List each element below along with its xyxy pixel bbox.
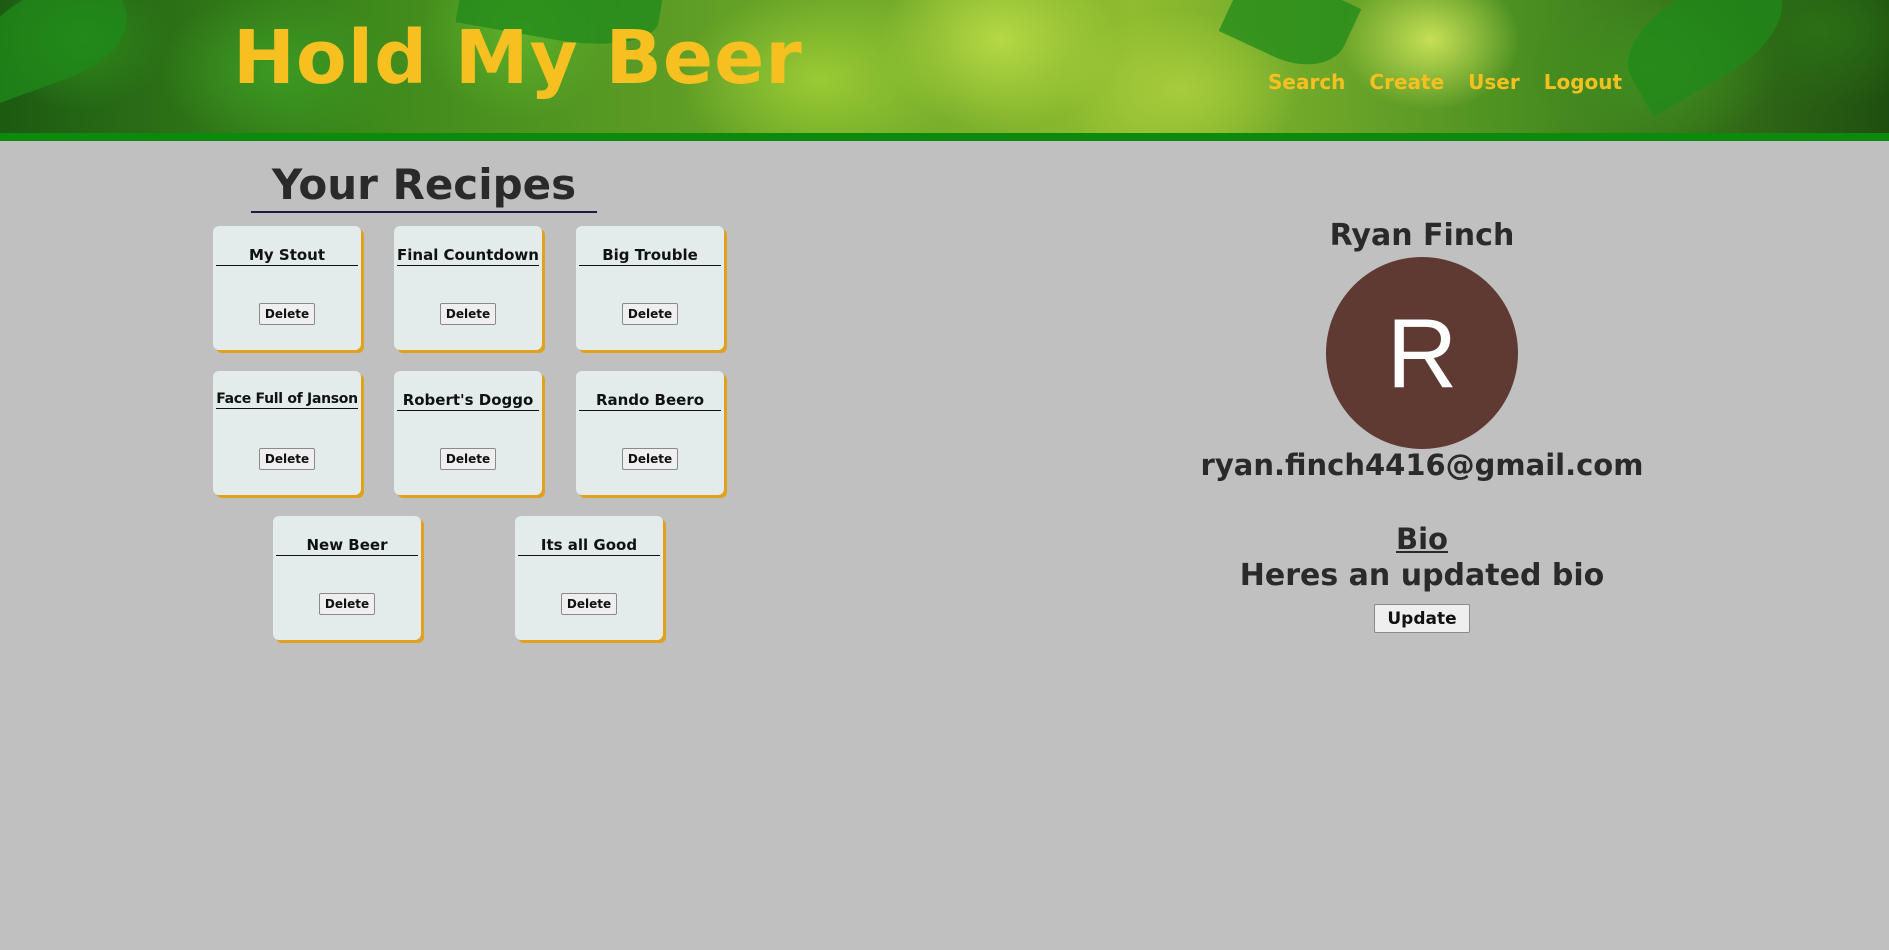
recipe-card-title[interactable]: New Beer	[276, 536, 418, 556]
nav-logout-link[interactable]: Logout	[1544, 70, 1622, 94]
delete-recipe-button[interactable]: Delete	[622, 303, 678, 325]
delete-recipe-button[interactable]: Delete	[440, 448, 496, 470]
recipe-card[interactable]: Robert's Doggo Delete	[394, 371, 542, 495]
nav-create-link[interactable]: Create	[1369, 70, 1444, 94]
avatar: R	[1326, 257, 1518, 449]
recipe-card-title[interactable]: Big Trouble	[579, 246, 721, 266]
hop-leaf-decoration	[1608, 0, 1802, 117]
recipes-heading: Your Recipes	[251, 160, 597, 213]
delete-recipe-button[interactable]: Delete	[622, 448, 678, 470]
bio-heading: Bio	[1396, 522, 1448, 556]
recipe-card[interactable]: My Stout Delete	[213, 226, 361, 350]
recipe-card-title[interactable]: My Stout	[216, 246, 358, 266]
header-divider	[0, 133, 1889, 141]
delete-recipe-button[interactable]: Delete	[259, 303, 315, 325]
nav-user-link[interactable]: User	[1468, 70, 1520, 94]
recipe-card-title[interactable]: Face Full of Janson	[216, 391, 358, 409]
delete-recipe-button[interactable]: Delete	[440, 303, 496, 325]
recipe-card[interactable]: Final Countdown Delete	[394, 226, 542, 350]
recipe-card[interactable]: Big Trouble Delete	[576, 226, 724, 350]
profile-name: Ryan Finch	[1329, 218, 1515, 253]
recipe-card[interactable]: Face Full of Janson Delete	[213, 371, 361, 495]
site-logo[interactable]: Hold My Beer	[233, 17, 803, 99]
avatar-initial: R	[1386, 297, 1458, 408]
hop-leaf-decoration	[0, 0, 141, 103]
bio-text: Heres an updated bio	[1239, 558, 1605, 593]
update-bio-button[interactable]: Update	[1374, 604, 1470, 633]
recipe-card-title[interactable]: Final Countdown	[397, 246, 539, 266]
header-banner: Hold My Beer Search Create User Logout	[0, 0, 1889, 133]
recipe-card[interactable]: New Beer Delete	[273, 516, 421, 640]
delete-recipe-button[interactable]: Delete	[319, 593, 375, 615]
recipe-card-title[interactable]: Its all Good	[518, 536, 660, 556]
recipe-card-title[interactable]: Robert's Doggo	[397, 391, 539, 411]
recipe-card-title[interactable]: Rando Beero	[579, 391, 721, 411]
recipe-card[interactable]: Rando Beero Delete	[576, 371, 724, 495]
recipe-card[interactable]: Its all Good Delete	[515, 516, 663, 640]
delete-recipe-button[interactable]: Delete	[561, 593, 617, 615]
delete-recipe-button[interactable]: Delete	[259, 448, 315, 470]
profile-email: ryan.finch4416@gmail.com	[1200, 448, 1644, 482]
main-nav: Search Create User Logout	[1268, 70, 1622, 94]
nav-search-link[interactable]: Search	[1268, 70, 1345, 94]
